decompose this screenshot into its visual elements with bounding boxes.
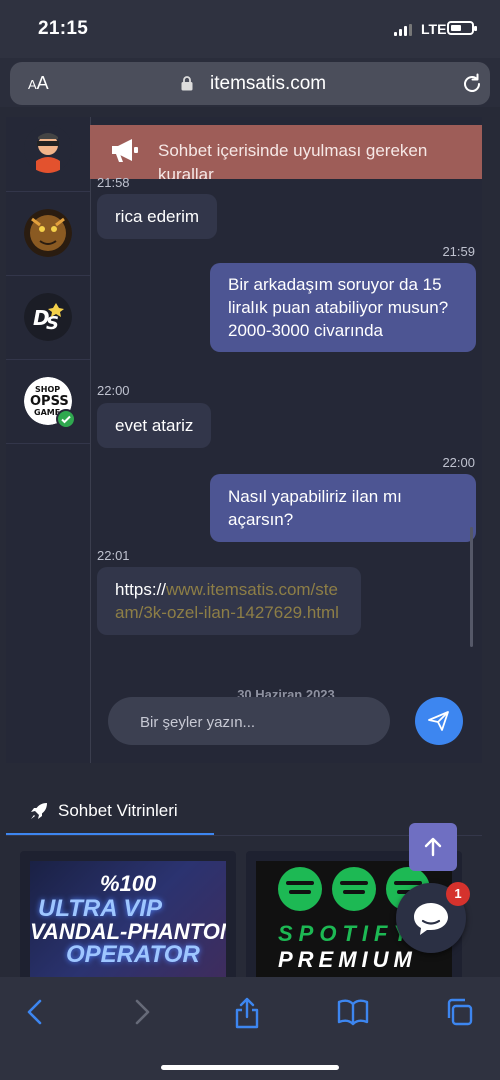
- banner-text: PREMIUM: [278, 947, 417, 972]
- message-bubble-incoming: evet atariz: [97, 403, 212, 448]
- tabs-icon[interactable]: [444, 997, 474, 1027]
- text-size-button[interactable]: AA: [28, 73, 49, 94]
- arrow-up-icon: [424, 837, 442, 857]
- contact-list: D S SHOP OPSS GAME: [6, 117, 91, 763]
- verified-badge: [56, 409, 76, 429]
- back-icon[interactable]: [24, 997, 46, 1027]
- spotify-logo-icon: [278, 867, 322, 911]
- home-indicator: [161, 1065, 339, 1070]
- rocket-icon: [31, 803, 47, 819]
- page-content: D S SHOP OPSS GAME Sohbet içerisinde uyu…: [0, 107, 500, 977]
- avatar: D S: [24, 293, 72, 341]
- banner-text: SPOTIFY: [278, 921, 415, 946]
- section-title: Sohbet Vitrinleri: [30, 801, 178, 821]
- reload-icon[interactable]: [461, 73, 483, 95]
- banner-text: OPERATOR: [66, 941, 200, 968]
- rules-text: Sohbet içerisinde uyulması gereken kural…: [158, 141, 428, 179]
- section-title-text: Sohbet Vitrinleri: [58, 801, 178, 820]
- showcase-card[interactable]: %100 ULTRA VIP VANDAL-PHANTOM OPERATOR: [20, 851, 236, 977]
- message-time: 22:00: [97, 383, 130, 398]
- battery-icon: [447, 21, 477, 35]
- megaphone-icon: [112, 139, 138, 162]
- contact-item[interactable]: D S: [6, 275, 90, 360]
- lock-icon: [181, 76, 193, 91]
- share-icon[interactable]: [233, 997, 261, 1029]
- scroll-to-top-button[interactable]: [409, 823, 457, 871]
- chat-bubble-icon: [414, 903, 448, 935]
- message-bubble-incoming: rica ederim: [97, 194, 218, 239]
- message-composer[interactable]: [108, 697, 390, 745]
- forward-icon[interactable]: [131, 997, 153, 1027]
- battery-fill: [451, 25, 461, 31]
- status-bar: 21:15 LTE: [0, 0, 500, 58]
- send-icon: [428, 711, 449, 731]
- send-button[interactable]: [415, 697, 463, 745]
- contact-item[interactable]: [6, 107, 90, 192]
- section-underline: [6, 833, 214, 835]
- status-time: 21:15: [38, 18, 89, 39]
- notification-badge: 1: [446, 882, 470, 906]
- scrollbar[interactable]: [470, 527, 473, 647]
- banner-text: %100: [100, 871, 157, 896]
- message-area[interactable]: Sohbet içerisinde uyulması gereken kural…: [90, 117, 482, 763]
- message-time: 22:00: [442, 455, 475, 470]
- message-input[interactable]: [138, 711, 382, 733]
- contact-item[interactable]: SHOP OPSS GAME: [6, 359, 90, 444]
- avatar: [24, 209, 72, 257]
- message-bubble-incoming: https://www.itemsatis.com/steam/3k-ozel-…: [97, 567, 361, 635]
- chat-panel: D S SHOP OPSS GAME Sohbet içerisinde uyu…: [6, 117, 482, 763]
- url-text[interactable]: itemsatis.com: [210, 73, 326, 95]
- check-icon: [61, 415, 71, 424]
- message-time: 21:58: [97, 175, 130, 190]
- svg-text:S: S: [46, 313, 59, 334]
- message-bubble-outgoing: Nasıl yapabiliriz ilan mı açarsın?: [210, 474, 476, 542]
- svg-text:SHOP: SHOP: [35, 385, 60, 394]
- avatar: [24, 125, 72, 173]
- message-time: 21:59: [442, 244, 475, 259]
- message-bubble-outgoing: Bir arkadaşım soruyor da 15 liralık puan…: [210, 263, 476, 352]
- signal-icon: [394, 24, 412, 36]
- contact-item[interactable]: [6, 191, 90, 276]
- address-bar[interactable]: AA itemsatis.com: [10, 62, 490, 105]
- rules-banner[interactable]: Sohbet içerisinde uyulması gereken kural…: [90, 125, 482, 179]
- message-time: 22:01: [97, 548, 130, 563]
- network-label: LTE: [421, 21, 447, 37]
- spotify-logo-icon: [332, 867, 376, 911]
- link-prefix[interactable]: https://: [115, 580, 166, 599]
- showcase-banner: %100 ULTRA VIP VANDAL-PHANTOM OPERATOR: [30, 861, 226, 977]
- bookmarks-icon[interactable]: [337, 997, 369, 1027]
- svg-text:OPSS: OPSS: [30, 394, 69, 409]
